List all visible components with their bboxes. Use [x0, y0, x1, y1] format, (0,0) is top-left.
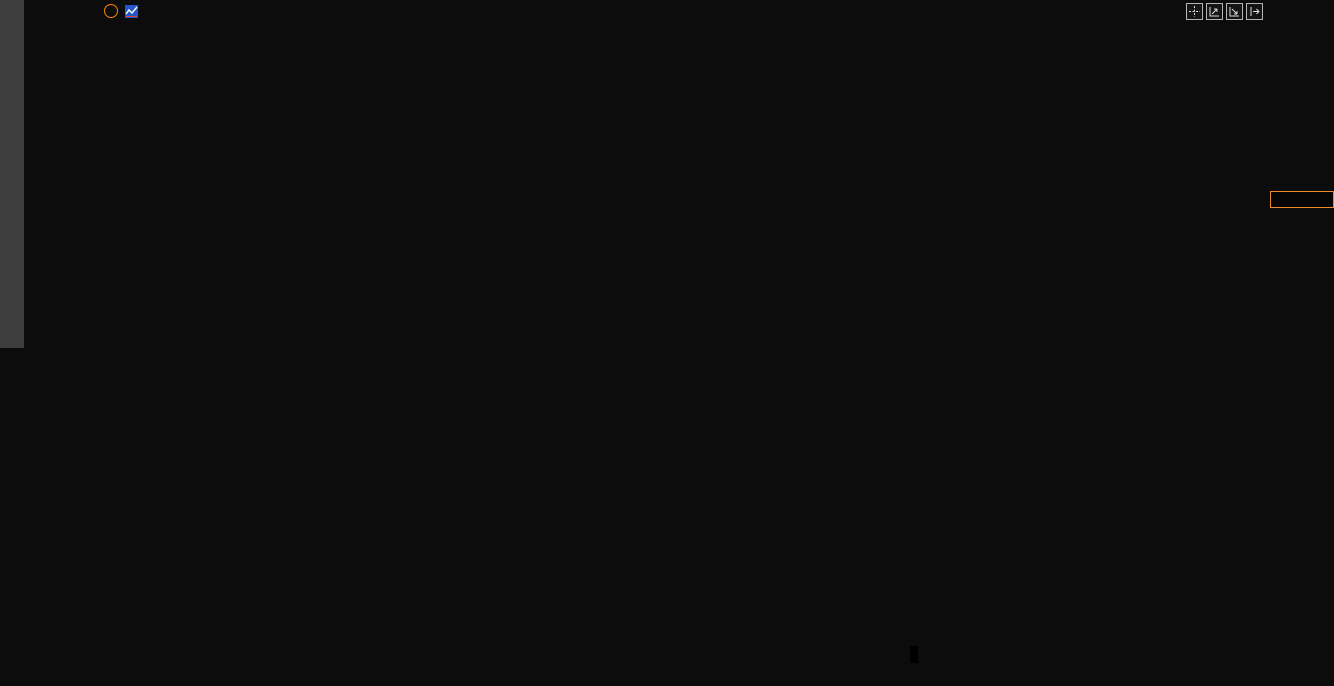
zoom-extents-icon[interactable] [1206, 3, 1223, 20]
scroll-right-icon[interactable] [1246, 3, 1263, 20]
chart-header [90, 2, 166, 20]
chart-type-sidebar [0, 0, 24, 348]
add-indicator-icon[interactable] [104, 4, 118, 18]
last-price-badge [1270, 191, 1334, 208]
chart-style-icon[interactable] [125, 4, 138, 18]
zoom-x-axis-icon[interactable] [1226, 3, 1243, 20]
kline-app [0, 0, 1334, 686]
chart-toolbar [1186, 3, 1263, 20]
candlestick-chart [0, 0, 1334, 686]
xaxis-datetime-tooltip [910, 646, 918, 663]
move-icon[interactable] [1186, 3, 1203, 20]
period-selector[interactable] [28, 649, 34, 664]
